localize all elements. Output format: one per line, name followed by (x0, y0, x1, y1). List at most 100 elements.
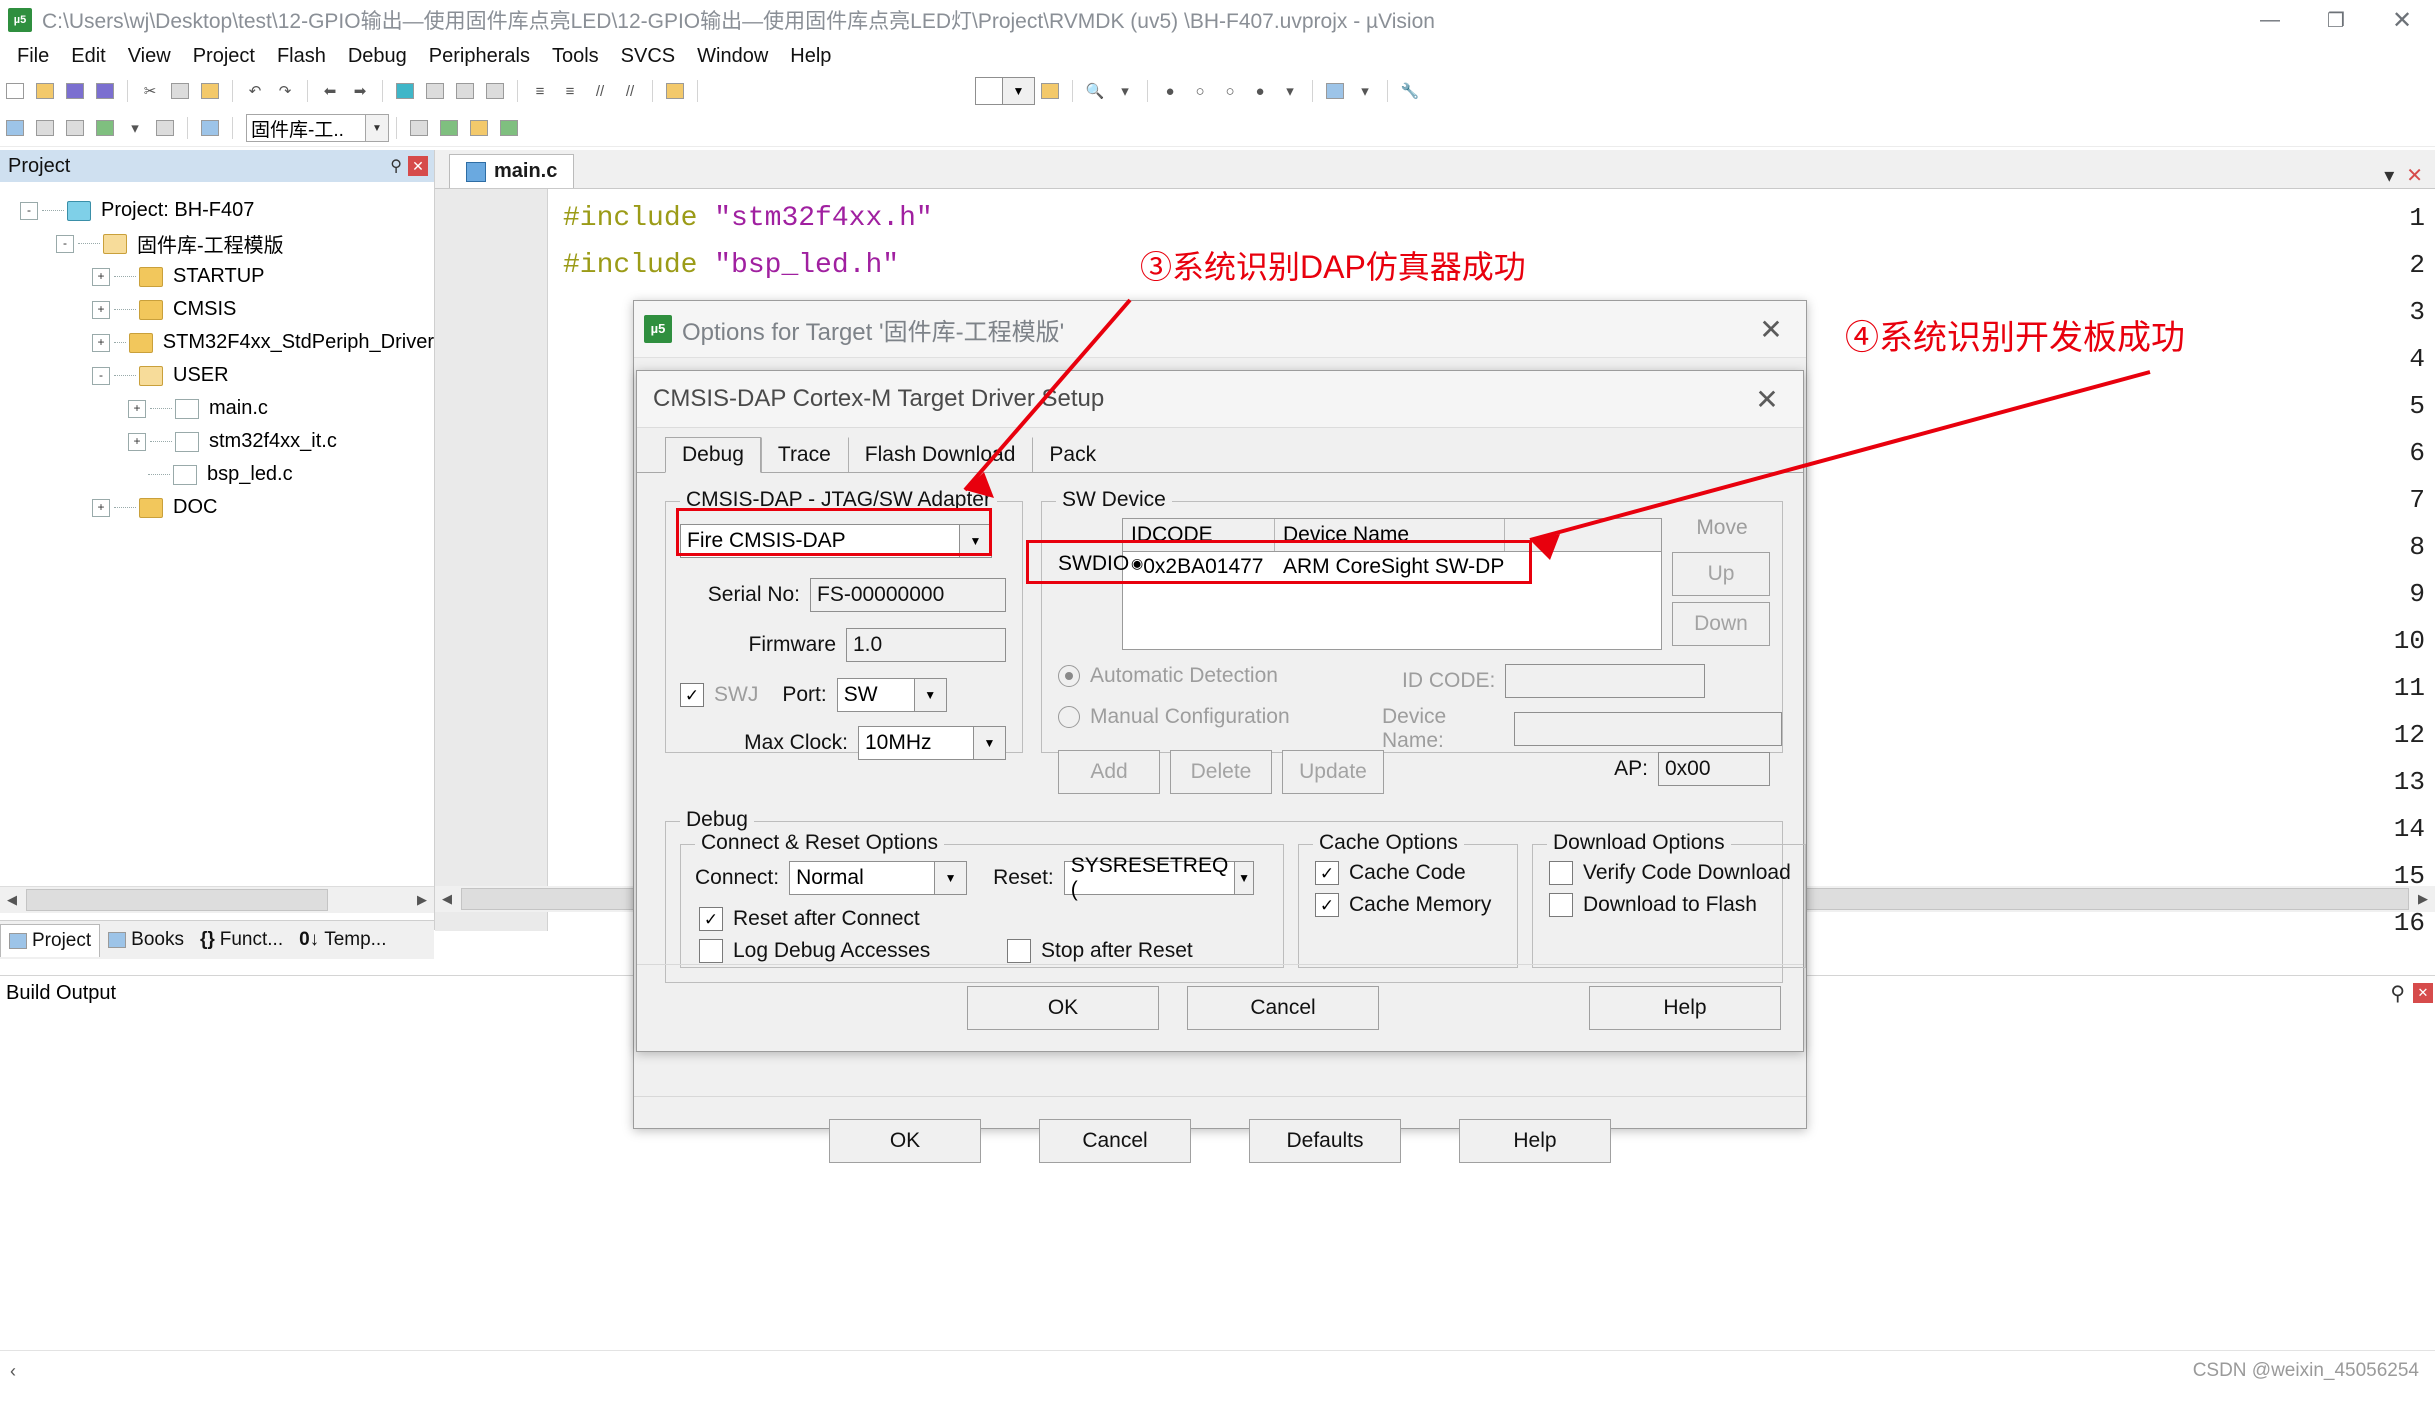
pin-icon[interactable]: ⚲ (390, 156, 402, 176)
editor-tab-main-c[interactable]: main.c (449, 154, 575, 188)
log-debug-accesses-checkbox[interactable] (699, 939, 723, 963)
stop-after-reset-checkbox[interactable] (1007, 939, 1031, 963)
rebuild-icon[interactable] (62, 115, 88, 141)
download-to-flash-checkbox[interactable] (1549, 893, 1573, 917)
code-line[interactable]: #include "bsp_led.h" (563, 250, 899, 281)
menu-svcs[interactable]: SVCS (610, 42, 686, 71)
expand-icon[interactable]: + (128, 432, 146, 451)
tree-item[interactable]: - Project: BH-F407 (0, 194, 434, 227)
search-icon[interactable]: 🔍 (1082, 78, 1108, 104)
bookmark-clear-icon[interactable] (482, 78, 508, 104)
cache-memory-row[interactable]: ✓ Cache Memory (1315, 893, 1491, 917)
expand-icon[interactable]: + (92, 300, 110, 319)
cmsis-dap-driver-setup-dialog[interactable]: CMSIS-DAP Cortex-M Target Driver Setup ✕… (636, 370, 1806, 1052)
code-line[interactable]: #include "stm32f4xx.h" (563, 203, 933, 234)
pack-installer-icon[interactable] (466, 115, 492, 141)
connect-select[interactable]: Normal ▼ (789, 861, 968, 895)
close-icon[interactable]: ✕ (1746, 313, 1796, 346)
tree-item[interactable]: - USER (0, 359, 434, 392)
close-icon[interactable]: ✕ (2406, 163, 2423, 188)
redo-icon[interactable]: ↷ (272, 78, 298, 104)
tree-item[interactable]: + main.c (0, 392, 434, 425)
sw-device-table[interactable]: IDCODE Device Name ◉0x2BA01477 ARM CoreS… (1122, 518, 1662, 650)
tree-item[interactable]: - 固件库-工程模版 (0, 227, 434, 260)
scroll-thumb[interactable] (26, 889, 328, 911)
cut-icon[interactable]: ✂ (137, 78, 163, 104)
manage-run-time-icon[interactable] (496, 115, 522, 141)
navigate-forward-icon[interactable]: ➡ (347, 78, 373, 104)
verify-code-download-row[interactable]: Verify Code Download (1549, 861, 1791, 885)
bookmark-prev-icon[interactable] (422, 78, 448, 104)
menu-view[interactable]: View (117, 42, 182, 71)
menu-help[interactable]: Help (779, 42, 842, 71)
tab-trace[interactable]: Trace (760, 437, 848, 472)
breakpoint-disable-icon[interactable]: ○ (1187, 78, 1213, 104)
save-all-icon[interactable] (92, 78, 118, 104)
verify-code-download-checkbox[interactable] (1549, 861, 1573, 885)
window-layout-menu-icon[interactable]: ▾ (1352, 78, 1378, 104)
chevron-down-icon[interactable]: ▼ (974, 726, 1006, 760)
move-down-button[interactable]: Down (1672, 602, 1770, 646)
automatic-detection-row[interactable]: Automatic Detection (1058, 664, 1278, 688)
expand-icon[interactable]: + (92, 267, 110, 286)
breakpoint-menu-icon[interactable]: ▾ (1277, 78, 1303, 104)
automatic-detection-radio[interactable] (1058, 665, 1080, 687)
chevron-down-icon[interactable]: ▼ (935, 861, 968, 895)
tree-item[interactable]: + CMSIS (0, 293, 434, 326)
maximize-icon[interactable]: ❐ (2303, 0, 2369, 40)
menu-peripherals[interactable]: Peripherals (418, 42, 541, 71)
manual-configuration-radio[interactable] (1058, 706, 1080, 728)
menu-tools[interactable]: Tools (541, 42, 610, 71)
expand-icon[interactable]: + (128, 399, 146, 418)
scroll-right-icon[interactable]: ▶ (2411, 887, 2435, 911)
manage-project-items-icon[interactable] (436, 115, 462, 141)
copy-icon[interactable] (167, 78, 193, 104)
reset-after-connect-checkbox[interactable]: ✓ (699, 907, 723, 931)
update-button[interactable]: Update (1282, 750, 1384, 794)
expand-icon[interactable]: + (92, 333, 110, 352)
chevron-down-icon[interactable]: ▾ (2384, 163, 2394, 188)
cache-code-checkbox[interactable]: ✓ (1315, 861, 1339, 885)
cache-code-row[interactable]: ✓ Cache Code (1315, 861, 1466, 885)
cache-memory-checkbox[interactable]: ✓ (1315, 893, 1339, 917)
configure-icon[interactable]: 🔧 (1397, 78, 1423, 104)
close-icon[interactable]: ✕ (2413, 983, 2433, 1003)
tab-debug[interactable]: Debug (665, 437, 761, 473)
find-in-files-icon[interactable] (1037, 78, 1063, 104)
scroll-left-icon[interactable]: ◀ (435, 887, 459, 911)
stop-build-icon[interactable] (152, 115, 178, 141)
toolbar-search-combo[interactable]: ▼ (975, 77, 1035, 105)
log-debug-accesses-row[interactable]: Log Debug Accesses (699, 939, 930, 963)
cmsis-help-button[interactable]: Help (1589, 986, 1781, 1030)
tree-item[interactable]: + stm32f4xx_it.c (0, 425, 434, 458)
new-file-icon[interactable] (2, 78, 28, 104)
target-select[interactable]: 固件库-工.. (246, 114, 366, 142)
reset-after-connect-row[interactable]: ✓ Reset after Connect (699, 907, 920, 931)
tab-templates[interactable]: 0↓ Temp... (291, 924, 394, 956)
chevron-down-icon[interactable]: ▼ (1235, 861, 1254, 895)
batch-build-icon[interactable] (92, 115, 118, 141)
tree-item[interactable]: + STM32F4xx_StdPeriph_Driver (0, 326, 434, 359)
breakpoint-icon[interactable]: ● (1157, 78, 1183, 104)
tree-item[interactable]: bsp_led.c (0, 458, 434, 491)
chevron-down-icon[interactable]: ▾ (1112, 78, 1138, 104)
scroll-left-icon[interactable]: ◀ (0, 888, 24, 912)
build-icon[interactable] (32, 115, 58, 141)
table-row[interactable]: ◉0x2BA01477 ARM CoreSight SW-DP (1123, 552, 1661, 586)
breakpoint-kill-icon[interactable]: ○ (1217, 78, 1243, 104)
move-up-button[interactable]: Up (1672, 552, 1770, 596)
swj-checkbox[interactable]: ✓ (680, 683, 704, 707)
tab-pack[interactable]: Pack (1032, 437, 1114, 472)
uncomment-icon[interactable]: // (617, 78, 643, 104)
comment-icon[interactable]: // (587, 78, 613, 104)
port-select[interactable]: SW ▼ (836, 678, 947, 712)
tree-item[interactable]: + DOC (0, 491, 434, 524)
breakpoint-all-icon[interactable]: ● (1247, 78, 1273, 104)
minimize-icon[interactable]: — (2237, 0, 2303, 40)
delete-button[interactable]: Delete (1170, 750, 1272, 794)
translate-icon[interactable] (2, 115, 28, 141)
window-layout-icon[interactable] (1322, 78, 1348, 104)
outdent-icon[interactable]: ≡ (557, 78, 583, 104)
collapse-icon[interactable]: - (56, 234, 74, 253)
open-file-icon[interactable] (32, 78, 58, 104)
